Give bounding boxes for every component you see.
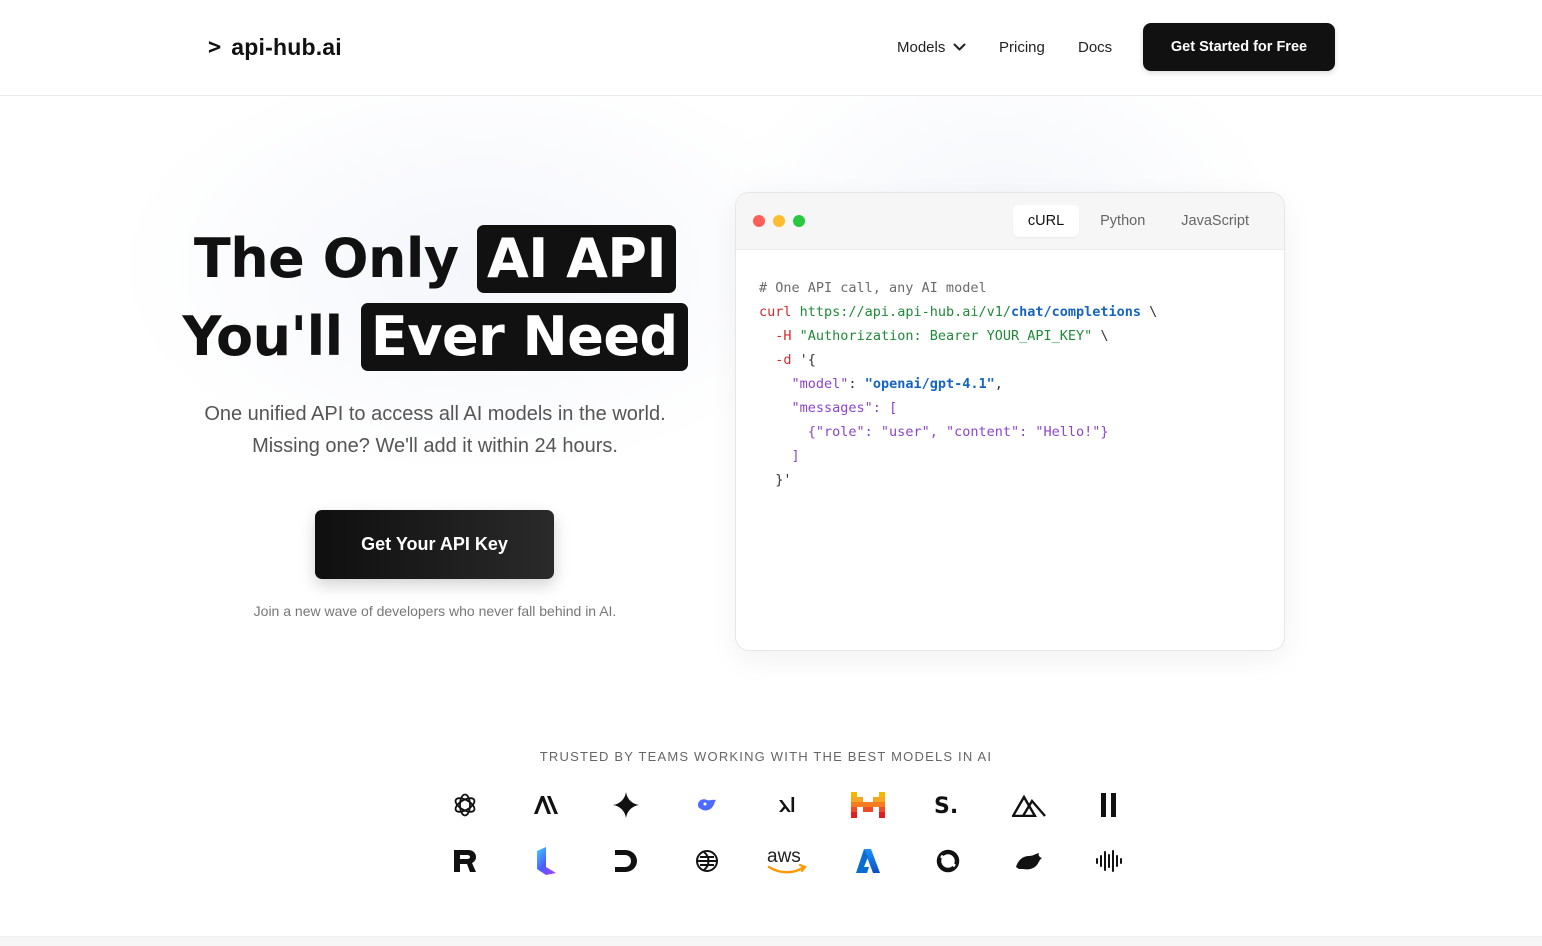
code-card-header: cURL Python JavaScript [736, 193, 1284, 250]
tab-javascript[interactable]: JavaScript [1166, 205, 1264, 237]
model-logos-row-1: S. [425, 787, 1150, 823]
ring-logo-icon [908, 843, 989, 879]
tab-curl[interactable]: cURL [1012, 205, 1080, 237]
trusted-heading: TRUSTED BY TEAMS WORKING WITH THE BEST M… [539, 749, 993, 764]
waveform-icon [1069, 843, 1150, 879]
mistral-icon [828, 787, 909, 823]
hero-title: The Only AI API You'll Ever Need [150, 220, 720, 376]
openai-icon [425, 787, 506, 823]
perplexity-icon [989, 787, 1070, 823]
hero-subtitle: One unified API to access all AI models … [204, 403, 666, 457]
code-block[interactable]: # One API call, any AI model curl https:… [736, 250, 1284, 492]
model-logos-row-2: aws [425, 843, 1150, 879]
window-close-dot [753, 215, 765, 227]
cohere-icon [667, 843, 748, 879]
code-language-tabs: cURL Python JavaScript [1012, 205, 1264, 237]
brand-logo[interactable]: > api-hub.ai [208, 30, 342, 64]
get-api-key-button[interactable]: Get Your API Key [315, 510, 554, 579]
deepseek-icon [667, 787, 748, 823]
hero-title-line2: You'll Ever Need [182, 303, 688, 371]
footer-edge [0, 936, 1542, 946]
hero-title-line1: The Only AI API [194, 225, 677, 293]
nav-pricing-link[interactable]: Pricing [999, 39, 1078, 56]
pause-bars-icon [1069, 787, 1150, 823]
nav-models-label: Models [897, 38, 946, 56]
brand-name: api-hub.ai [231, 33, 342, 60]
prompt-chevron-icon: > [208, 34, 222, 60]
top-navbar: > api-hub.ai Models Pricing Docs Get Sta… [0, 0, 1542, 96]
stability-icon: S. [908, 787, 989, 823]
xai-icon [747, 787, 828, 823]
luma-icon [506, 843, 587, 879]
gemini-icon [586, 787, 667, 823]
hero-highlight-1: AI API [476, 225, 677, 293]
hero-note: Join a new wave of developers who never … [253, 603, 617, 619]
nav-models-dropdown[interactable]: Models [897, 39, 999, 56]
tab-python[interactable]: Python [1085, 205, 1160, 237]
anthropic-icon [506, 787, 587, 823]
aws-icon: aws [747, 843, 828, 879]
azure-icon [828, 843, 909, 879]
recraft-icon [425, 843, 506, 879]
hero-highlight-2: Ever Need [360, 303, 688, 371]
svg-text:S.: S. [934, 794, 958, 817]
nav-links: Models Pricing Docs [897, 34, 1143, 60]
window-minimize-dot [773, 215, 785, 227]
d-logo-icon [586, 843, 667, 879]
code-sample-card: cURL Python JavaScript # One API call, a… [735, 192, 1285, 651]
nav-docs-link[interactable]: Docs [1078, 39, 1143, 56]
window-maximize-dot [793, 215, 805, 227]
code-comment: # One API call, any AI model [759, 280, 987, 296]
bird-icon [989, 843, 1070, 879]
aws-text: aws [767, 846, 801, 867]
get-started-button[interactable]: Get Started for Free [1143, 23, 1335, 71]
chevron-down-icon [953, 39, 966, 56]
